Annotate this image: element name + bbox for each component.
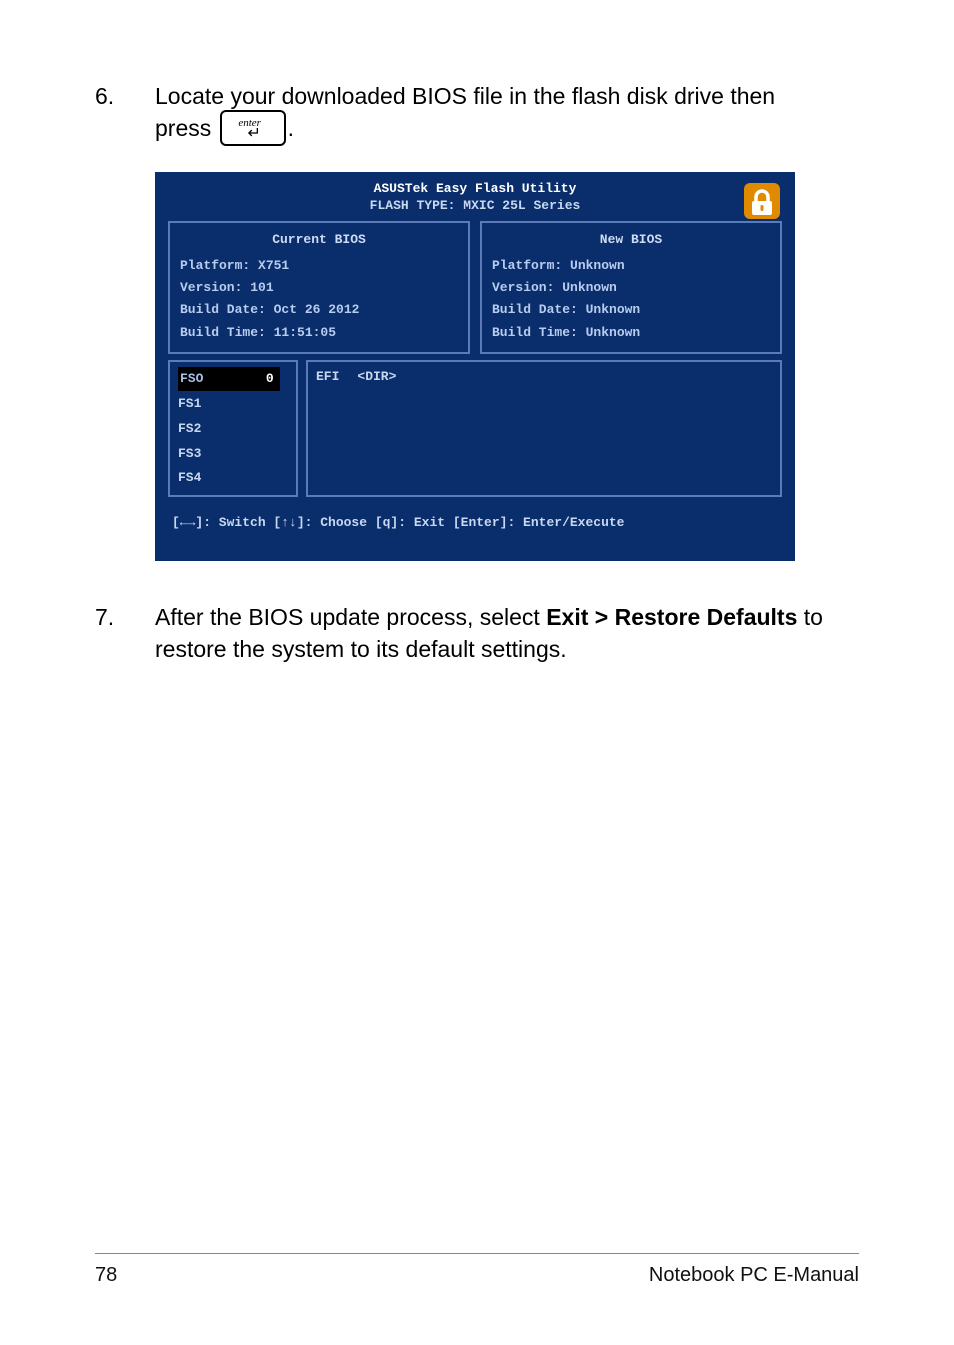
step-6-number: 6. [95, 80, 155, 112]
filesystem-list[interactable]: FSO 0 FS1 FS2 FS3 FS4 [168, 360, 298, 497]
step-6: 6. Locate your downloaded BIOS file in t… [95, 80, 859, 148]
new-build-date: Build Date: Unknown [492, 299, 770, 321]
fs-sel-label: FSO [180, 371, 203, 386]
current-build-time: Build Time: 11:51:05 [180, 322, 458, 344]
fs-item[interactable]: FS2 [178, 417, 288, 442]
bios-subtitle: FLASH TYPE: MXIC 25L Series [158, 198, 792, 221]
footer-title: Notebook PC E-Manual [649, 1264, 859, 1287]
step-7-body: After the BIOS update process, select Ex… [155, 601, 859, 665]
new-bios-header: New BIOS [492, 229, 770, 251]
step-6-text-a: Locate your downloaded BIOS file in the … [155, 83, 775, 109]
step-6-text-c: . [288, 115, 294, 141]
page-number: 78 [95, 1264, 117, 1287]
fs-sel-val: 0 [266, 371, 274, 386]
current-build-date: Build Date: Oct 26 2012 [180, 299, 458, 321]
step-7-bold: Exit > Restore Defaults [546, 604, 797, 630]
new-bios-panel: New BIOS Platform: Unknown Version: Unkn… [480, 221, 782, 353]
step-7-number: 7. [95, 601, 155, 633]
current-platform: Platform: X751 [180, 255, 458, 277]
step-6-body: Locate your downloaded BIOS file in the … [155, 80, 859, 148]
new-version: Version: Unknown [492, 277, 770, 299]
step-7: 7. After the BIOS update process, select… [95, 601, 859, 665]
fs-item[interactable]: FS4 [178, 466, 288, 491]
file-list[interactable]: EFI <DIR> [306, 360, 782, 497]
step-6-text-b: press [155, 115, 218, 141]
current-version: Version: 101 [180, 277, 458, 299]
file-browser: FSO 0 FS1 FS2 FS3 FS4 EFI <DIR> [158, 354, 792, 499]
new-build-time: Build Time: Unknown [492, 322, 770, 344]
bios-help-bar: [←→]: Switch [↑↓]: Choose [q]: Exit [Ent… [158, 499, 792, 558]
enter-key-icon: enter ↵ [220, 110, 286, 146]
page: 6. Locate your downloaded BIOS file in t… [0, 0, 954, 1345]
fs-item-selected[interactable]: FSO 0 [178, 367, 280, 392]
page-footer: 78 Notebook PC E-Manual [95, 1253, 859, 1287]
enter-key-arrow: ↵ [248, 129, 261, 139]
current-bios-header: Current BIOS [180, 229, 458, 251]
current-bios-panel: Current BIOS Platform: X751 Version: 101… [168, 221, 470, 353]
fs-item[interactable]: FS3 [178, 442, 288, 467]
bios-title: ASUSTek Easy Flash Utility [158, 175, 792, 198]
file-name: EFI [316, 366, 339, 388]
file-row[interactable]: EFI <DIR> [316, 366, 772, 388]
fs-item[interactable]: FS1 [178, 392, 288, 417]
bios-info-panels: Current BIOS Platform: X751 Version: 101… [158, 221, 792, 353]
step-7-text-a: After the BIOS update process, select [155, 604, 546, 630]
file-type: <DIR> [357, 366, 396, 388]
bios-window: ASUSTek Easy Flash Utility FLASH TYPE: M… [155, 172, 795, 561]
new-platform: Platform: Unknown [492, 255, 770, 277]
lock-icon [742, 181, 782, 221]
